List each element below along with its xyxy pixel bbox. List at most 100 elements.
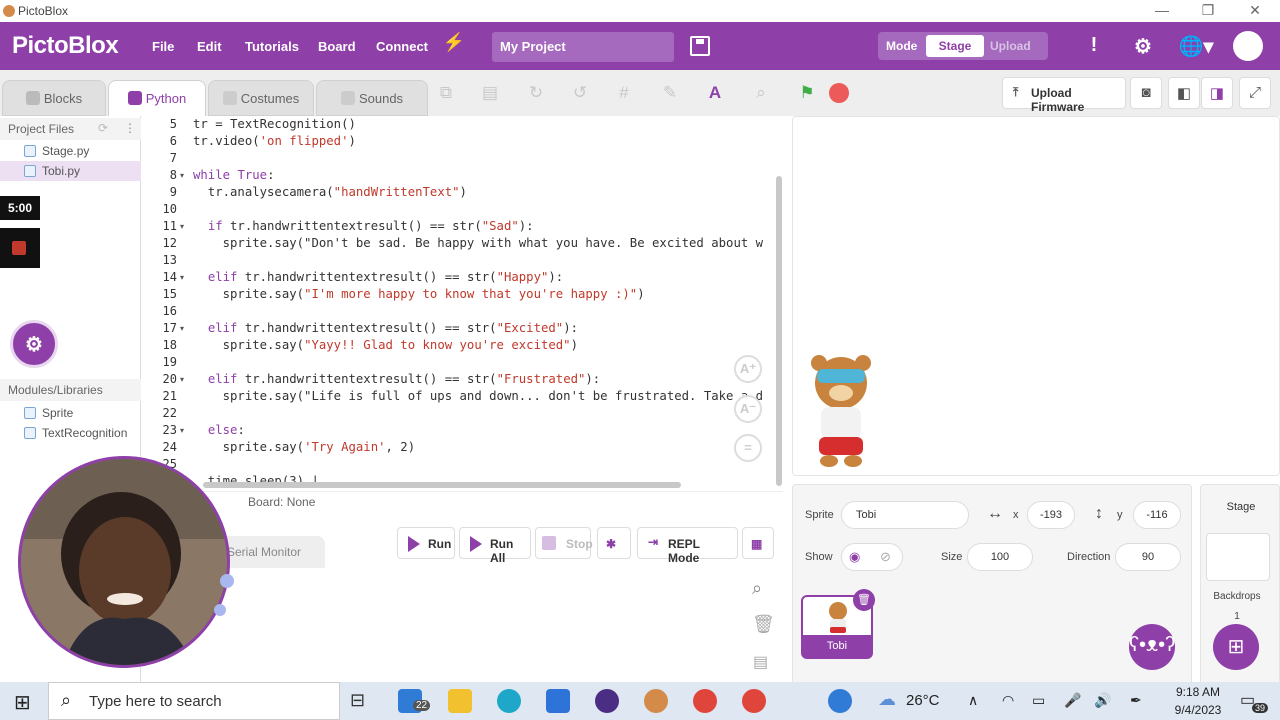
eye-hidden-icon[interactable]: ⊘ (880, 549, 891, 565)
python-extension-button[interactable]: ⚙ (10, 320, 58, 368)
tab-costumes[interactable]: Costumes (208, 80, 314, 116)
tab-python[interactable]: Python (108, 80, 206, 116)
lib-textrecognition[interactable]: TextRecognition (0, 423, 141, 443)
file-explorer-icon[interactable] (448, 689, 472, 713)
language-globe-icon[interactable]: 🌐▾ (1178, 34, 1214, 59)
menu-tutorials[interactable]: Tutorials (245, 39, 299, 54)
menu-file[interactable]: File (152, 39, 174, 54)
task-view-icon[interactable]: ⊟ (350, 690, 365, 711)
reset-zoom-icon[interactable]: = (734, 434, 762, 462)
undo-icon[interactable]: ↺ (570, 83, 590, 103)
search-icon[interactable]: ⌕ (751, 83, 771, 103)
fold-chevron-icon[interactable]: ▾ (180, 222, 184, 231)
battery-icon[interactable]: ▭ (1032, 692, 1045, 709)
paste-icon[interactable]: ▤ (480, 83, 500, 103)
run-button[interactable]: Run (397, 527, 455, 559)
windows-start-icon[interactable]: ⊞ (14, 690, 31, 715)
chrome-icon[interactable] (693, 689, 717, 713)
taskbar-search-input[interactable]: ⌕ Type here to search (48, 682, 340, 720)
menu-board[interactable]: Board (318, 39, 356, 54)
stage-canvas[interactable] (792, 116, 1280, 476)
copy-icon[interactable]: ⧉ (436, 83, 456, 103)
tobi-sprite[interactable] (803, 353, 883, 473)
add-backdrop-icon[interactable]: ⊞ (1213, 624, 1259, 670)
tab-sounds[interactable]: Sounds (316, 80, 428, 116)
large-stage-icon[interactable]: ◨ (1201, 77, 1233, 109)
small-stage-icon[interactable]: ◧ (1168, 77, 1200, 109)
code-line[interactable]: sprite.say("Don't be sad. Be happy with … (193, 236, 763, 250)
eye-icon[interactable]: ◉ (849, 549, 860, 565)
stop-button[interactable]: Stop (535, 527, 593, 559)
project-name-field[interactable]: My Project (492, 32, 674, 62)
file-tobi-py[interactable]: Tobi.py (0, 161, 141, 181)
camera-icon[interactable]: ◙ (1130, 77, 1162, 109)
refresh-icon[interactable]: ⟳ (98, 121, 108, 135)
vertical-scrollbar[interactable] (776, 176, 782, 486)
code-line[interactable]: tr.analysecamera("handWrittenText") (193, 185, 467, 199)
stage-thumbnail[interactable] (1206, 533, 1270, 581)
search-icon[interactable]: ⌕ (752, 578, 762, 599)
pen-icon[interactable]: ✒ (1130, 692, 1142, 709)
lib-sprite[interactable]: Sprite (0, 403, 141, 423)
mode-stage-button[interactable]: Stage (926, 35, 984, 57)
code-line[interactable]: elif tr.handwrittentextresult() == str("… (193, 321, 578, 335)
pictoblox-taskbar-icon[interactable] (644, 689, 668, 713)
help-icon[interactable] (828, 689, 852, 713)
fold-chevron-icon[interactable]: ▾ (180, 375, 184, 384)
weather-icon[interactable]: ☁ (878, 689, 896, 710)
minimize-button[interactable]: — (1150, 2, 1174, 18)
more-icon[interactable]: ⋮ (124, 121, 136, 135)
code-line[interactable]: if tr.handwrittentextresult() == str("Sa… (193, 219, 534, 233)
calendar-icon[interactable]: ▦ (742, 527, 774, 559)
clock-time[interactable]: 9:18 AM (1170, 685, 1226, 699)
temperature[interactable]: 26°C (906, 692, 940, 709)
repl-mode-button[interactable]: ⇥ REPL Mode (637, 527, 738, 565)
code-line[interactable]: sprite.say("Yayy!! Glad to know you're e… (193, 338, 578, 352)
code-line[interactable]: sprite.say("Life is full of ups and down… (193, 389, 763, 403)
stop-sign-icon[interactable] (829, 83, 849, 103)
volume-icon[interactable]: 🔊 (1094, 692, 1111, 709)
upload-firmware-button[interactable]: ⤒ Upload Firmware (1002, 77, 1126, 114)
sprite-name-input[interactable]: Tobi (841, 501, 969, 529)
debug-icon[interactable]: ✱ (597, 527, 631, 559)
zoom-in-icon[interactable]: A⁺ (734, 355, 762, 383)
restore-button[interactable]: ❐ (1196, 2, 1220, 19)
menu-edit[interactable]: Edit (197, 39, 222, 54)
microphone-icon[interactable]: 🎤 (1064, 692, 1081, 709)
fold-chevron-icon[interactable]: ▾ (180, 273, 184, 282)
trash-icon[interactable]: 🗑 (752, 614, 775, 635)
file-stage-py[interactable]: Stage.py (0, 141, 141, 161)
comment-icon[interactable]: # (614, 83, 634, 103)
code-line[interactable]: elif tr.handwrittentextresult() == str("… (193, 372, 600, 386)
code-editor[interactable]: 5 6 7 8 ▾ 9 10 11 ▾ 12 13 14 ▾ 15 16 17 ▾ 18 19 20 ▾ 21 22 23 ▾ 2… (141, 116, 783, 491)
chrome-icon-2[interactable] (742, 689, 766, 713)
code-line[interactable]: else: (193, 423, 245, 437)
fullscreen-icon[interactable]: ⤢ (1239, 77, 1271, 109)
media-player-icon[interactable] (595, 689, 619, 713)
fold-chevron-icon[interactable]: ▾ (180, 426, 184, 435)
feedback-icon[interactable]: ! (1081, 34, 1107, 57)
run-all-button[interactable]: Run All (459, 527, 531, 565)
redo-icon[interactable]: ↻ (526, 83, 546, 103)
gear-icon[interactable]: ⚙ (1130, 34, 1156, 59)
y-input[interactable]: -116 (1133, 501, 1181, 529)
horizontal-scrollbar[interactable] (203, 482, 681, 488)
menu-connect[interactable]: Connect (376, 39, 428, 54)
code-line[interactable]: while True: (193, 168, 274, 182)
notes-icon[interactable]: ▤ (753, 652, 768, 672)
font-size-icon[interactable]: A (705, 83, 725, 103)
tab-blocks[interactable]: Blocks (2, 80, 106, 116)
fold-chevron-icon[interactable]: ▾ (180, 324, 184, 333)
code-line[interactable]: tr = TextRecognition() (193, 117, 356, 131)
direction-input[interactable]: 90 (1115, 543, 1181, 571)
code-line[interactable]: elif tr.handwrittentextresult() == str("… (193, 270, 563, 284)
user-avatar[interactable] (1233, 31, 1263, 61)
x-input[interactable]: -193 (1027, 501, 1075, 529)
size-input[interactable]: 100 (967, 543, 1033, 571)
zoom-out-icon[interactable]: A⁻ (734, 395, 762, 423)
code-line[interactable]: sprite.say("I'm more happy to know that … (193, 287, 645, 301)
code-line[interactable]: tr.video('on flipped') (193, 134, 356, 148)
magic-wand-icon[interactable]: ✎ (660, 83, 680, 103)
green-flag-icon[interactable]: ⚑ (797, 83, 817, 103)
edge-browser-icon[interactable] (497, 689, 521, 713)
